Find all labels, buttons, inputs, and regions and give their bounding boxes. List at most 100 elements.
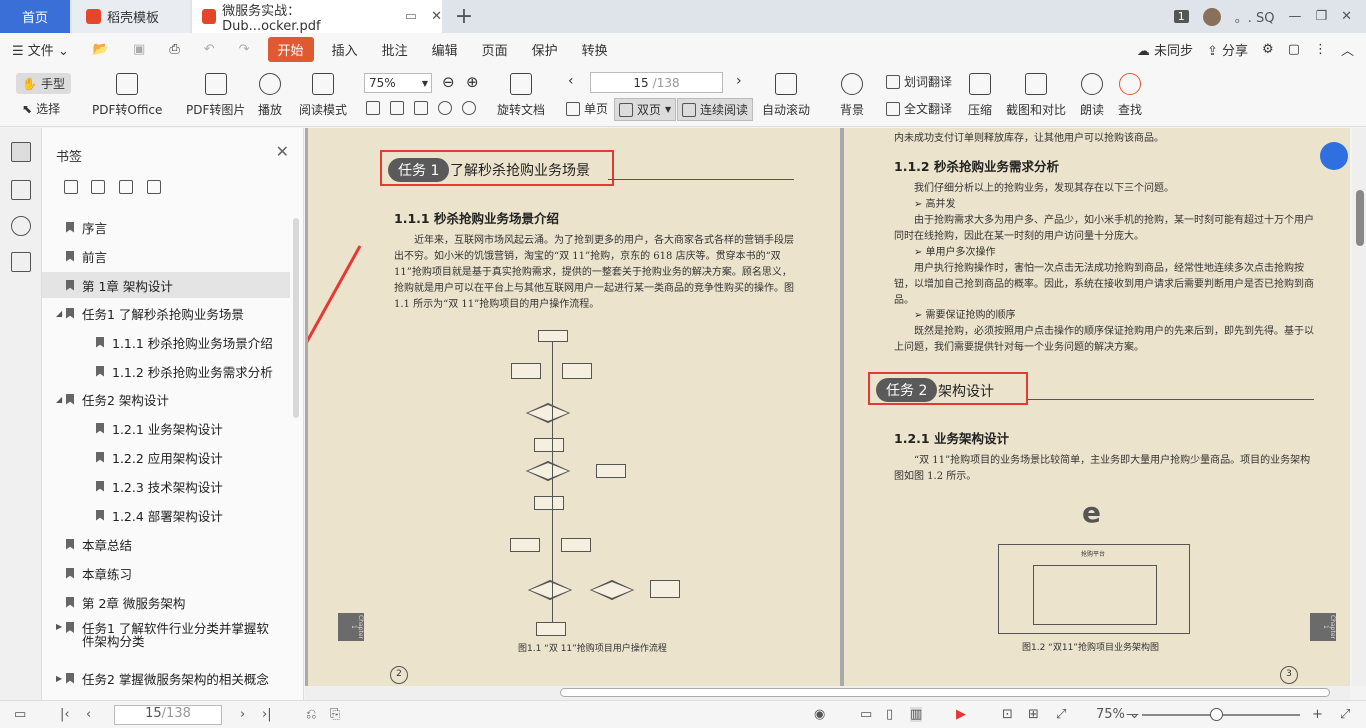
zoom-in-icon[interactable]: + <box>1312 707 1323 722</box>
settings-icon[interactable]: ⚙ <box>1262 42 1274 57</box>
double-page-button[interactable]: 双页 ▼ <box>614 98 677 121</box>
actual-size-icon[interactable] <box>366 101 380 115</box>
vertical-scroll-thumb[interactable] <box>1356 190 1364 246</box>
close-tab-icon[interactable]: ✕ <box>431 9 442 24</box>
print-icon[interactable]: ⎙ <box>157 42 191 57</box>
expand-arrow-icon[interactable]: ▶ <box>56 674 66 683</box>
bookmark-item[interactable]: 第 2章 微服务架构 <box>42 589 290 615</box>
tab-count-badge[interactable]: 1 <box>1173 10 1189 23</box>
close-icon[interactable]: ✕ <box>276 142 289 161</box>
first-page-icon[interactable]: |‹ <box>60 707 70 722</box>
screenshot-compare-button[interactable]: 截图和对比 <box>1006 73 1066 118</box>
bookmark-item[interactable]: 第 1章 架构设计 <box>42 272 290 298</box>
double-view-icon[interactable]: ▯ <box>886 707 893 722</box>
menu-edit[interactable]: 编辑 <box>420 40 470 59</box>
fit-window-icon[interactable]: ⤢ <box>1340 707 1350 722</box>
select-tool[interactable]: ⬉ 选择 <box>22 100 60 117</box>
full-translate-button[interactable]: 全文翻译 <box>886 100 952 117</box>
expand-all-icon[interactable] <box>64 180 78 194</box>
menu-start[interactable]: 开始 <box>267 36 314 62</box>
expand-arrow-icon[interactable]: ◢ <box>56 395 66 404</box>
zoom-slider-handle[interactable] <box>1210 708 1223 721</box>
sync-button[interactable]: ☁ 未同步 <box>1137 40 1193 59</box>
bookmark-item[interactable]: 1.1.2 秒杀抢购业务需求分析 <box>42 358 290 384</box>
rotate-left-icon[interactable] <box>438 101 452 115</box>
background-button[interactable]: 背景 <box>840 73 864 118</box>
open-icon[interactable]: 📂 <box>81 42 121 57</box>
bookmark-item[interactable]: 1.1.1 秒杀抢购业务场景介绍 <box>42 329 290 355</box>
sidebar-toggle-icon[interactable]: ▭ <box>14 707 26 722</box>
more-icon[interactable]: ⋮ <box>1314 42 1327 57</box>
redo-icon[interactable]: ↷ <box>227 42 262 57</box>
fit-width-icon[interactable] <box>414 101 428 115</box>
fit-icon[interactable]: ⊞ <box>1028 707 1039 722</box>
bookmark-item[interactable]: 前言 <box>42 243 290 269</box>
tab-daoke[interactable]: 稻壳模板 <box>72 0 190 33</box>
thumbnail-icon[interactable] <box>11 180 31 200</box>
last-page-icon[interactable]: ›| <box>262 707 272 722</box>
file-menu[interactable]: ☰ 文件 ⌄ <box>0 40 81 59</box>
page-input[interactable]: 15/138 <box>590 72 723 93</box>
bookmark-item[interactable]: 本章练习 <box>42 560 290 586</box>
zoom-in-icon[interactable]: ⊕ <box>466 73 479 91</box>
menu-page[interactable]: 页面 <box>470 40 520 59</box>
add-bookmark-icon[interactable] <box>119 180 133 194</box>
pdf-to-office-button[interactable]: PDF转Office <box>92 73 162 118</box>
menu-convert[interactable]: 转换 <box>570 40 620 59</box>
expand-arrow-icon[interactable]: ▶ <box>56 622 66 631</box>
play-icon[interactable]: ▶ <box>956 707 966 722</box>
fit-page-icon[interactable] <box>390 101 404 115</box>
bookmark-item[interactable]: 1.2.2 应用架构设计 <box>42 444 290 470</box>
compress-button[interactable]: 压缩 <box>968 73 992 118</box>
bookmark-item[interactable]: 本章总结 <box>42 531 290 557</box>
bookmark-item[interactable]: ▶ 任务1 了解软件行业分类并掌握软件架构分类 <box>42 618 290 650</box>
minimize-icon[interactable]: — <box>1288 9 1301 24</box>
hand-tool[interactable]: ✋ 手型 <box>16 73 71 94</box>
user-name[interactable]: 。. SQ <box>1235 7 1275 26</box>
bookmark-item[interactable]: ◢ 任务1 了解秒杀抢购业务场景 <box>42 300 290 326</box>
zoom-out-icon[interactable]: ⊖ <box>442 73 455 91</box>
attachment-icon[interactable] <box>11 216 31 236</box>
menu-insert[interactable]: 插入 <box>320 40 370 59</box>
expand-arrow-icon[interactable]: ◢ <box>56 309 66 318</box>
bookmark-scrollbar[interactable] <box>293 218 299 418</box>
collapse-icon[interactable]: ︿ <box>1341 40 1354 59</box>
zoom-out-icon[interactable]: — <box>1126 707 1139 722</box>
undo-icon[interactable]: ↶ <box>192 42 227 57</box>
bookmark-item[interactable]: 1.2.1 业务架构设计 <box>42 415 290 441</box>
bookmark-item[interactable]: ▶ 任务2 掌握微服务架构的相关概念 <box>42 665 290 691</box>
auto-scroll-button[interactable]: 自动滚动 <box>762 73 810 118</box>
avatar[interactable] <box>1202 7 1221 26</box>
prev-page-icon[interactable]: ‹ <box>86 707 91 722</box>
fullscreen-icon[interactable]: ⤢ <box>1056 707 1066 722</box>
rotate-doc-button[interactable]: 旋转文档 <box>497 73 545 118</box>
actual-size-icon[interactable]: ⊡ <box>1002 707 1013 722</box>
single-view-icon[interactable]: ▭ <box>860 707 872 722</box>
window-icon[interactable]: ▭ <box>405 9 417 24</box>
delete-bookmark-icon[interactable] <box>147 180 161 194</box>
close-window-icon[interactable]: ✕ <box>1341 9 1352 24</box>
comment-icon[interactable]: ▢ <box>1288 42 1300 57</box>
signature-icon[interactable] <box>11 252 31 272</box>
prev-page-icon[interactable]: ‹ <box>568 73 574 89</box>
share-button[interactable]: ⇪ 分享 <box>1207 40 1248 59</box>
next-page-icon[interactable]: › <box>736 73 742 89</box>
continuous-read-button[interactable]: 连续阅读 <box>677 98 754 121</box>
menu-protect[interactable]: 保护 <box>520 40 570 59</box>
read-mode-button[interactable]: 阅读模式 <box>299 73 347 118</box>
single-page-button[interactable]: 单页 <box>566 100 608 117</box>
save-icon[interactable]: ▣ <box>121 42 157 57</box>
back-icon[interactable]: ⎌ <box>306 707 316 722</box>
floating-tool-icon[interactable] <box>1320 142 1348 170</box>
tab-pdf[interactable]: 微服务实战：Dub...ocker.pdf ▭ ✕ <box>192 0 442 34</box>
rotate-right-icon[interactable] <box>462 101 476 115</box>
new-tab-button[interactable]: + <box>446 0 482 33</box>
continuous-view-icon[interactable]: ▥ <box>910 707 923 722</box>
restore-icon[interactable]: ❐ <box>1315 9 1327 24</box>
status-page-input[interactable]: 15/138 <box>114 705 222 725</box>
read-aloud-button[interactable]: 朗读 <box>1080 73 1104 118</box>
bookmark-item[interactable]: 1.2.4 部署架构设计 <box>42 502 290 528</box>
bookmark-panel-icon[interactable] <box>11 142 31 162</box>
find-button[interactable]: 查找 <box>1118 73 1142 118</box>
next-page-icon[interactable]: › <box>240 707 245 722</box>
